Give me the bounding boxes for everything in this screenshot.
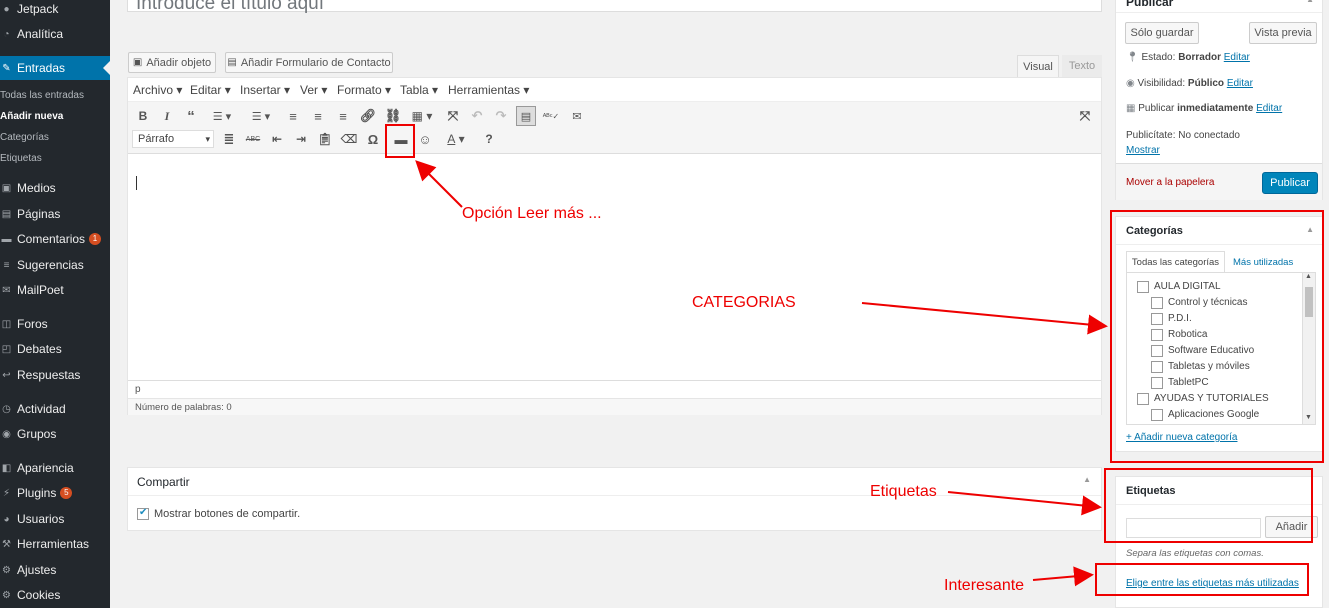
annotation-arrows [415, 160, 1108, 587]
annotation-interesting: Interesante [944, 577, 1025, 594]
arrow-tags [947, 491, 1102, 516]
arrow-categories [861, 302, 1108, 335]
arrow-read-more [415, 160, 463, 208]
arrow-interesting [1032, 566, 1094, 587]
annotation-categories: CATEGORIAS [692, 294, 796, 311]
annotation-read-more: Opción Leer más ... [462, 205, 602, 222]
annotation-tags: Etiquetas [870, 483, 937, 500]
